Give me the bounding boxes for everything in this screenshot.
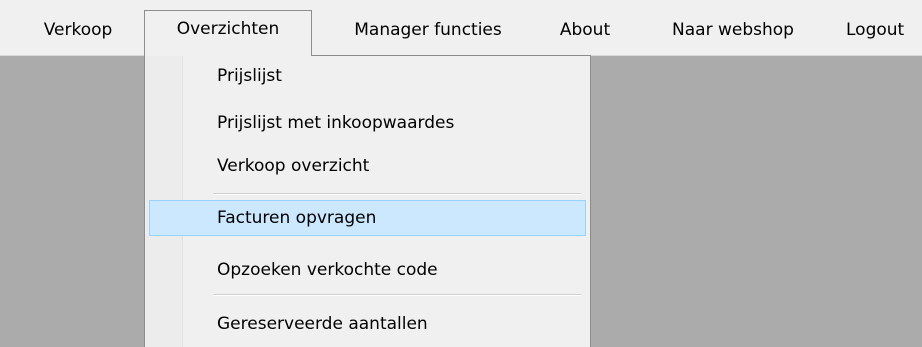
menu-item-prijslijst-met-inkoopwaardes[interactable]: Prijslijst met inkoopwaardes [149,105,586,141]
menu-item-opzoeken-verkochte-code[interactable]: Opzoeken verkochte code [149,252,586,288]
menu-about[interactable]: About [540,11,630,49]
menu-separator [213,193,581,195]
menu-naar-webshop[interactable]: Naar webshop [642,11,824,49]
menu-verkoop[interactable]: Verkoop [22,11,134,49]
menu-logout[interactable]: Logout [830,11,922,49]
menu-manager-functies[interactable]: Manager functies [318,11,538,49]
menu-item-gereserveerde-aantallen[interactable]: Gereserveerde aantallen [149,306,586,342]
overzichten-dropdown-menu: Prijslijst Prijslijst met inkoopwaardes … [144,55,591,347]
menu-item-prijslijst[interactable]: Prijslijst [149,58,586,94]
menu-separator [213,294,581,296]
menu-bar: Verkoop Overzichten Manager functies Abo… [0,0,922,56]
menu-item-verkoop-overzicht[interactable]: Verkoop overzicht [149,148,586,184]
menu-item-facturen-opvragen[interactable]: Facturen opvragen [149,200,586,236]
menu-overzichten[interactable]: Overzichten [144,10,312,56]
